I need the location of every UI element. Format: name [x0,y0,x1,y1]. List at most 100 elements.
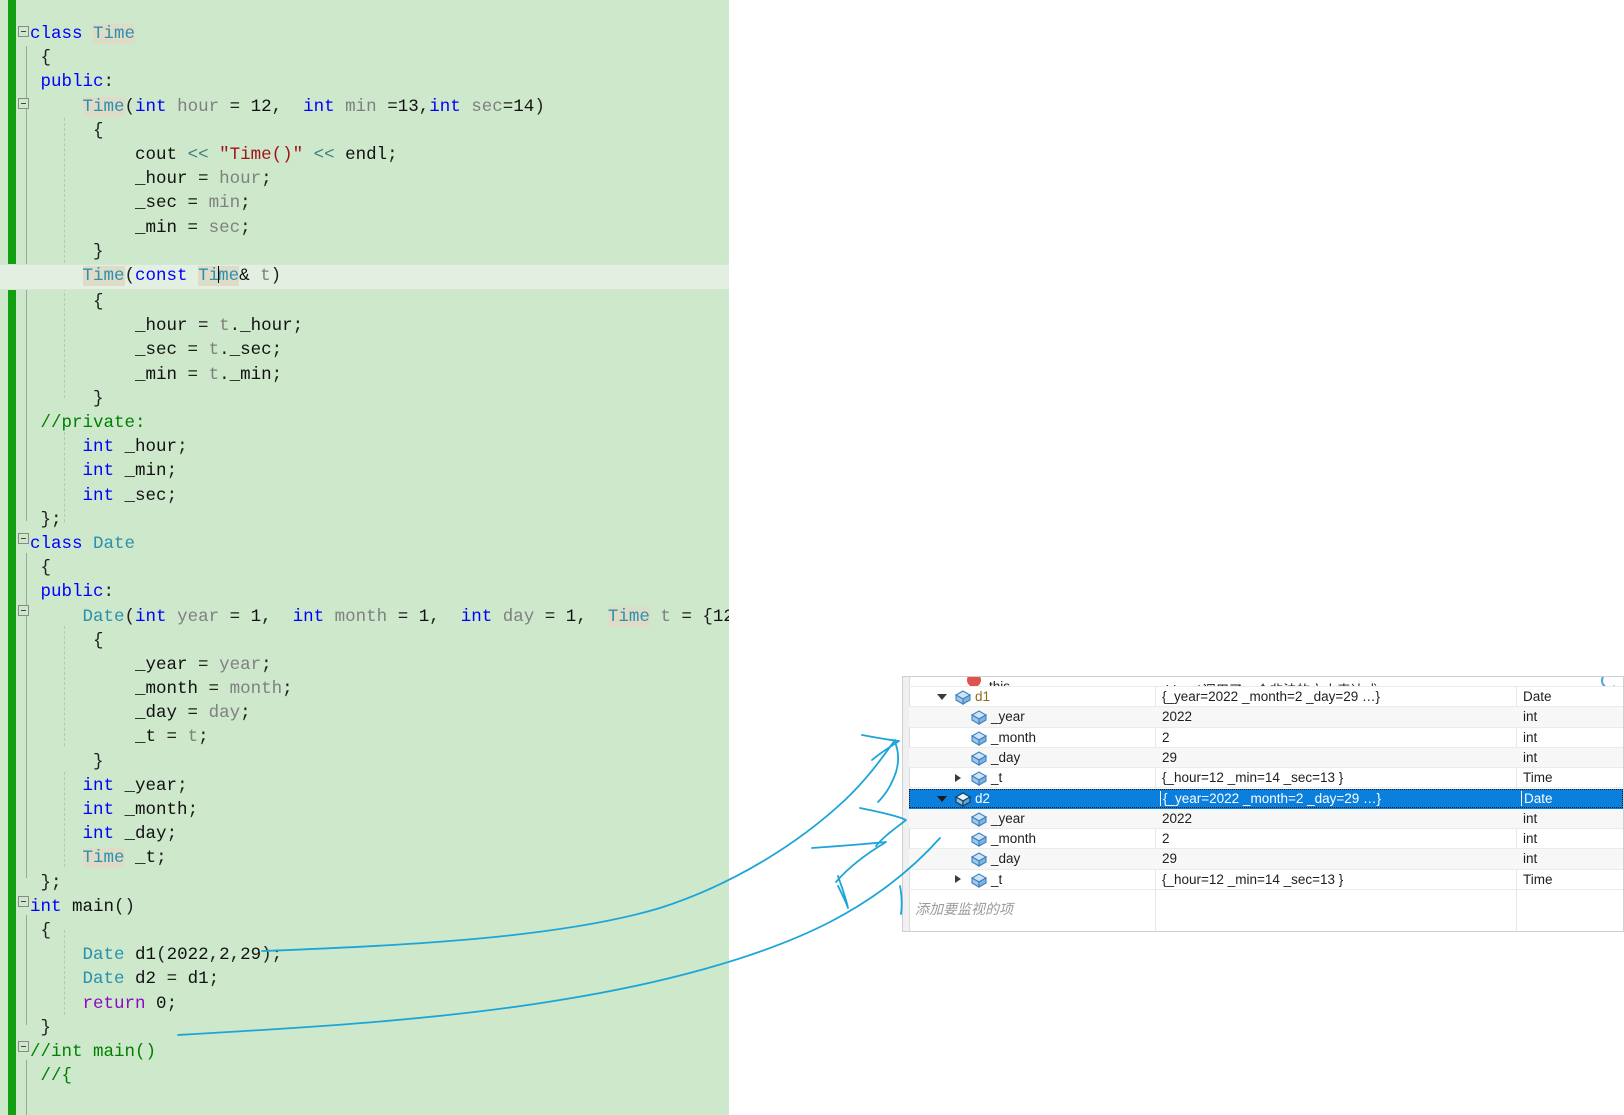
code-editor[interactable]: class Time { public: Time(int hour = 12,… [0,0,729,1115]
watch-name: _day [991,749,1021,765]
code-line[interactable]: _sec = min; [0,191,729,215]
watch-type: int [1523,810,1538,826]
code-line[interactable]: int _year; [0,774,729,798]
chevron-down-icon[interactable] [937,694,947,700]
field-cube-icon [954,791,972,807]
watch-name: _t [991,770,1003,786]
watch-row-d2-month[interactable]: _month 2 int [909,829,1623,850]
code-line[interactable]: class Date [0,532,729,556]
code-line[interactable]: { [0,629,729,653]
code-line[interactable]: int _month; [0,798,729,822]
refresh-icon[interactable] [1601,677,1618,686]
watch-name: _year [991,709,1025,725]
code-line[interactable]: _min = sec; [0,216,729,240]
code-line[interactable]: { [0,46,729,70]
code-line[interactable]: return 0; [0,992,729,1016]
ink-arrow-d1-head [861,734,900,761]
watch-name: _month [991,729,1037,745]
code-line[interactable]: _hour = hour; [0,167,729,191]
watch-type: Time [1523,770,1553,786]
watch-name: this [989,679,1011,687]
code-line[interactable]: _t = t; [0,725,729,749]
code-line[interactable]: _day = day; [0,701,729,725]
watch-value: 2022 [1162,709,1193,725]
watch-type: int [1523,729,1538,745]
field-cube-icon [970,730,988,746]
ink-stroke-connector-b [877,741,900,803]
watch-row-this[interactable]: this this > \调用了一个非法的文本表达式 [909,677,1623,687]
code-line[interactable]: _month = month; [0,677,729,701]
chevron-down-icon[interactable] [937,795,947,802]
watch-row-d1[interactable]: d1 {_year=2022 _month=2 _day=29 …} Date [909,687,1623,708]
code-line[interactable]: _hour = t._hour; [0,314,729,338]
watch-type: Date [1521,790,1553,806]
code-line[interactable]: Time _t; [0,846,729,870]
code-line[interactable]: }; [0,508,729,532]
field-cube-icon [970,832,988,848]
code-line[interactable]: { [0,919,729,943]
code-line[interactable]: _year = year; [0,653,729,677]
code-line[interactable]: Date(int year = 1, int month = 1, int da… [0,605,729,629]
watch-value: 2022 [1162,810,1193,826]
code-line[interactable]: class Time [0,22,729,46]
watch-window[interactable]: this this > \调用了一个非法的文本表达式 d1 {_year=202… [902,676,1624,932]
watch-row-d1-t[interactable]: _t {_hour=12 _min=14 _sec=13 } Time [909,768,1623,789]
code-line[interactable]: } [0,750,729,774]
code-line[interactable]: }; [0,871,729,895]
watch-value: 2 [1162,729,1170,745]
watch-value: 2 [1162,831,1170,847]
watch-value: {_year=2022 _month=2 _day=29 …} [1162,689,1381,704]
code-line[interactable]: cout << "Time()" << endl; [0,143,729,167]
code-line[interactable]: public: [0,580,729,604]
watch-name: _year [991,810,1025,826]
code-line[interactable]: _sec = t._sec; [0,338,729,362]
code-line[interactable]: //{ [0,1064,729,1088]
watch-value: {_hour=12 _min=14 _sec=13 } [1162,770,1344,786]
watch-row-d2-day[interactable]: _day 29 int [909,849,1623,870]
chevron-right-icon[interactable] [955,875,961,884]
code-line[interactable]: } [0,1016,729,1040]
code-line[interactable]: public: [0,70,729,94]
watch-row-d1-year[interactable]: _year 2022 int [909,707,1623,728]
code-content: class Time { public: Time(int hour = 12,… [0,22,729,1088]
watch-row-d2[interactable]: d2 {_year=2022 _month=2 _day=29 …} Date [909,788,1623,809]
watch-name: _month [991,831,1037,847]
watch-value: 29 [1162,851,1178,867]
watch-row-d1-day[interactable]: _day 29 int [909,747,1623,769]
watch-value: {_year=2022 _month=2 _day=29 …} [1160,790,1381,806]
ink-stroke-connector-c [837,875,849,909]
watch-type: Time [1523,871,1553,887]
watch-value: this > \调用了一个非法的文本表达式 [1162,679,1378,686]
watch-row-d2-year[interactable]: _year 2022 int [909,808,1623,830]
code-line[interactable]: int _min; [0,459,729,483]
code-line[interactable]: { [0,290,729,314]
code-line[interactable]: } [0,387,729,411]
watch-value: 29 [1162,749,1178,765]
code-line[interactable]: int _sec; [0,484,729,508]
add-watch-placeholder[interactable]: 添加要监视的项 [915,899,1013,919]
watch-row-d2-t[interactable]: _t {_hour=12 _min=14 _sec=13 } Time [909,870,1623,890]
code-line[interactable]: //int main() [0,1040,729,1064]
field-cube-icon [970,852,988,868]
ink-stroke-connector-a [859,807,907,847]
code-line[interactable]: Date d2 = d1; [0,967,729,991]
watch-name: d2 [975,790,991,806]
code-line-current[interactable]: Time(const Time& t) [0,263,729,291]
code-line[interactable]: Date d1(2022,2,29); [0,943,729,967]
watch-type: Date [1523,689,1552,704]
code-line[interactable]: _min = t._min; [0,363,729,387]
code-line[interactable]: int main() [0,895,729,919]
field-cube-icon [970,771,988,787]
watch-name: _t [991,871,1003,887]
watch-value: {_hour=12 _min=14 _sec=13 } [1162,871,1344,887]
code-line[interactable]: int _day; [0,822,729,846]
field-cube-icon [970,812,988,827]
code-line[interactable]: } [0,240,729,264]
code-line[interactable]: { [0,556,729,580]
code-line[interactable]: Time(int hour = 12, int min =13,int sec=… [0,95,729,119]
code-line[interactable]: //private: [0,411,729,435]
watch-row-d1-month[interactable]: _month 2 int [909,728,1623,748]
code-line[interactable]: { [0,119,729,143]
code-line[interactable]: int _hour; [0,435,729,459]
chevron-right-icon[interactable] [955,773,961,782]
